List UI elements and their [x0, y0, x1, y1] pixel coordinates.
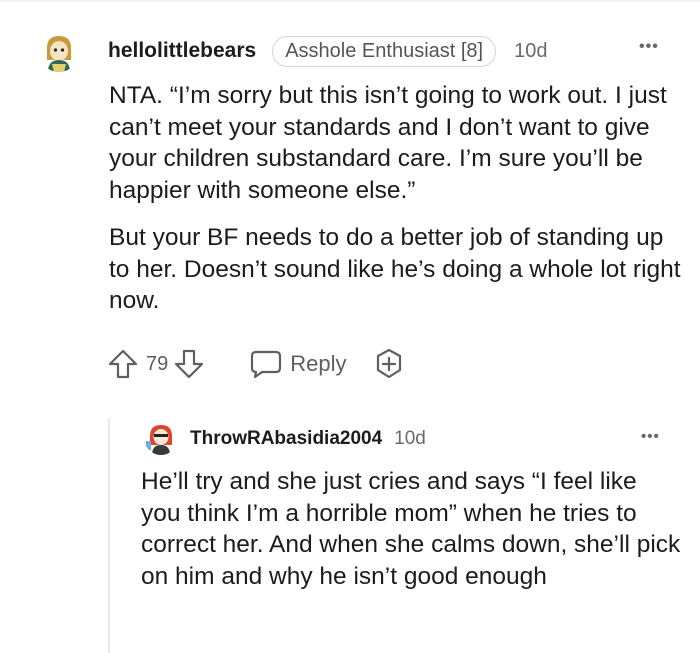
reply-body: He’ll try and she just cries and says “I… — [141, 466, 681, 592]
comment-paragraph: But your BF needs to do a better job of … — [109, 224, 681, 314]
top-divider — [0, 0, 700, 2]
comment-header: hellolittlebears Asshole Enthusiast [8] … — [108, 35, 548, 67]
username[interactable]: ThrowRAbasidia2004 — [190, 428, 382, 450]
more-options-icon[interactable]: ••• — [641, 428, 660, 445]
timestamp: 10d — [394, 428, 426, 449]
arrow-down-icon[interactable] — [174, 348, 204, 380]
comment-body: NTA. “I’m sorry but this isn’t going to … — [109, 80, 684, 317]
arrow-up-icon[interactable] — [108, 348, 138, 380]
thread-line[interactable] — [108, 418, 110, 653]
vote-count: 79 — [146, 352, 169, 375]
user-avatar[interactable] — [38, 30, 80, 72]
username[interactable]: hellolittlebears — [108, 39, 256, 63]
plus-badge-icon[interactable] — [373, 348, 405, 380]
reply-header: ThrowRAbasidia2004 10d — [190, 426, 426, 452]
reply-button[interactable]: Reply — [250, 349, 347, 379]
reply-label: Reply — [290, 351, 347, 376]
more-options-icon[interactable]: ••• — [639, 38, 659, 56]
user-flair: Asshole Enthusiast [8] — [272, 35, 497, 67]
speech-bubble-icon — [250, 349, 282, 379]
reply-paragraph: He’ll try and she just cries and says “I… — [141, 468, 681, 590]
comment-paragraph: NTA. “I’m sorry but this isn’t going to … — [109, 82, 667, 204]
comment-actions: 79 Reply — [108, 348, 405, 380]
user-avatar[interactable] — [144, 421, 178, 455]
timestamp: 10d — [514, 39, 548, 62]
